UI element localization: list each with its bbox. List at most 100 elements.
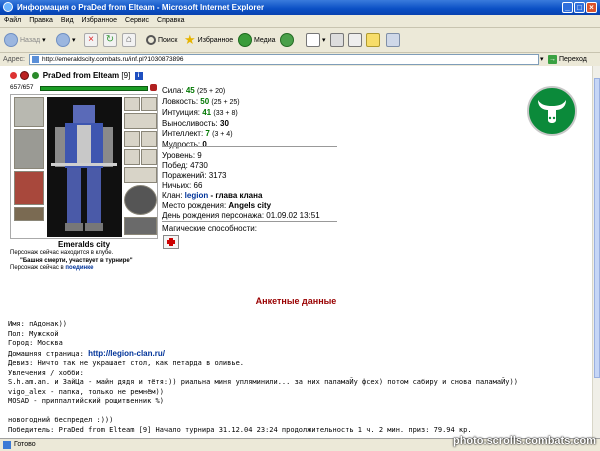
- wins-text: Побед: 4730: [162, 161, 208, 170]
- maximize-button[interactable]: □: [574, 2, 585, 13]
- item-slot-3[interactable]: [124, 149, 140, 165]
- mail-icon: [306, 33, 320, 47]
- profile-title: Анкетные данные: [255, 296, 337, 306]
- helmet-slot[interactable]: [14, 97, 44, 127]
- shield-slot[interactable]: [124, 185, 157, 215]
- profile-winner: Победитель: PraDed from Elteam [9] Начал…: [8, 425, 472, 434]
- forward-button[interactable]: ▾: [56, 31, 76, 49]
- character-header: PraDed from Elteam [9] i: [10, 71, 143, 81]
- edit-button[interactable]: [348, 31, 364, 49]
- search-icon: [146, 35, 156, 45]
- toolbar: Назад ▾ ▾ × ↻ ⌂ Поиск ★ Избранное Медиа …: [0, 28, 600, 53]
- item-slot-1[interactable]: [124, 131, 140, 147]
- ring-slot-1[interactable]: [124, 97, 140, 111]
- profile-hobby: vigo_alex - папка, только не ремнём)): [8, 387, 164, 396]
- bracer-slot[interactable]: [124, 167, 157, 183]
- divider: [162, 221, 337, 222]
- menu-help[interactable]: Справка: [153, 15, 188, 27]
- armor-slot[interactable]: [14, 171, 44, 205]
- ie-icon: [3, 2, 13, 12]
- homepage-link[interactable]: http://legion-clan.ru/: [88, 349, 165, 358]
- chevron-down-icon: ▾: [322, 37, 326, 44]
- messenger-icon: [386, 33, 400, 47]
- status-text: Готово: [14, 441, 36, 448]
- draws-text: Ничьих: 66: [162, 181, 203, 190]
- stat-intellect: Интеллект: 7 (3 + 4): [162, 129, 233, 138]
- clan-row: Клан: legion - глава клана: [162, 191, 263, 200]
- align-icon: [20, 71, 30, 81]
- media-button[interactable]: Медиа: [238, 31, 276, 49]
- profile-hobby: MOSAD - приппалтийский рощитвенник %): [8, 397, 164, 405]
- stat-strength: Сила: 45 (25 + 20): [162, 86, 226, 95]
- knight-figure: [51, 105, 117, 231]
- minimize-button[interactable]: _: [562, 2, 573, 13]
- item-slot-4[interactable]: [141, 149, 157, 165]
- address-input[interactable]: http://emeraldscity.combats.ru/inf.pl?10…: [29, 54, 539, 65]
- ring-slot-2[interactable]: [141, 97, 157, 111]
- gloves-slot[interactable]: [124, 113, 157, 129]
- arrow-icon: [10, 72, 17, 80]
- menu-edit[interactable]: Правка: [25, 15, 57, 27]
- scrollbar-thumb[interactable]: [594, 78, 600, 378]
- boots-slot[interactable]: [124, 217, 157, 235]
- stat-wisdom: Мудрость: 0: [162, 140, 207, 149]
- character-level: [9]: [121, 71, 131, 80]
- healing-scroll-icon[interactable]: [163, 235, 179, 249]
- level-text: Уровень: 9: [162, 151, 202, 160]
- stop-button[interactable]: ×: [84, 31, 100, 49]
- menu-file[interactable]: Файл: [0, 15, 25, 27]
- star-icon: ★: [184, 32, 196, 47]
- magic-label: Магические способности:: [162, 224, 257, 233]
- media-icon: [238, 33, 252, 47]
- history-button[interactable]: [280, 31, 296, 49]
- clan-emblem: [527, 86, 577, 136]
- home-button[interactable]: ⌂: [122, 31, 138, 49]
- back-button[interactable]: Назад ▾: [4, 31, 46, 49]
- profile-hobbies-label: Увлечения / хобби:: [8, 368, 84, 377]
- menu-bar: Файл Правка Вид Избранное Сервис Справка: [0, 15, 600, 28]
- profile-hobby: S.h.am.an. и ЗайЦа - майн дядя и тётя:))…: [8, 378, 518, 386]
- go-button[interactable]: → Переход: [548, 53, 587, 66]
- battle-link[interactable]: поединке: [65, 265, 93, 271]
- address-dropdown-icon[interactable]: ▾: [540, 53, 544, 66]
- page-content: PraDed from Elteam [9] i 657/657 Emerald…: [0, 66, 592, 438]
- profile-name: Имя: пAдонак)): [8, 320, 68, 328]
- clan-link[interactable]: legion: [185, 191, 209, 200]
- profile-block: Имя: пAдонак)) Пол: Мужской Город: Москв…: [8, 320, 518, 435]
- character-portrait: [47, 97, 122, 237]
- profile-gender: Пол: Мужской: [8, 329, 59, 338]
- info-icon[interactable]: i: [134, 71, 143, 80]
- history-icon: [280, 33, 294, 47]
- hp-line: 657/657: [10, 84, 158, 93]
- losses-text: Поражений: 3173: [162, 171, 227, 180]
- print-button[interactable]: [330, 31, 346, 49]
- bull-icon: [538, 100, 566, 123]
- menu-tools[interactable]: Сервис: [121, 15, 153, 27]
- stat-agility: Ловкость: 50 (25 + 25): [162, 97, 240, 106]
- discuss-button[interactable]: [366, 31, 382, 49]
- watermark: photo.scrolls.combats.com: [452, 435, 596, 447]
- favorites-button[interactable]: ★ Избранное: [184, 31, 233, 49]
- vertical-scrollbar[interactable]: [592, 66, 600, 438]
- profile-city: Город: Москва: [8, 339, 63, 347]
- mail-button[interactable]: ▾: [306, 31, 326, 49]
- stats-block: Сила: 45 (25 + 20) Ловкость: 50 (25 + 25…: [162, 86, 240, 150]
- menu-view[interactable]: Вид: [57, 15, 78, 27]
- address-bar: Адрес: http://emeraldscity.combats.ru/in…: [0, 53, 600, 67]
- belt-slot[interactable]: [14, 207, 44, 221]
- weapon-slot[interactable]: [14, 129, 44, 169]
- character-panel: [10, 94, 158, 239]
- messenger-button[interactable]: [386, 31, 402, 49]
- status-bar: Готово photo.scrolls.combats.com: [0, 435, 600, 451]
- item-slot-2[interactable]: [141, 131, 157, 147]
- menu-favorites[interactable]: Избранное: [78, 15, 121, 27]
- stat-intuition: Интуиция: 41 (33 + 8): [162, 108, 238, 117]
- page-done-icon: [3, 441, 11, 449]
- search-button[interactable]: Поиск: [146, 31, 177, 49]
- stat-endurance: Выносливость: 30: [162, 119, 229, 128]
- refresh-button[interactable]: ↻: [103, 31, 119, 49]
- go-arrow-icon: →: [548, 54, 557, 64]
- back-arrow-icon: [4, 33, 18, 47]
- close-button[interactable]: ×: [586, 2, 597, 13]
